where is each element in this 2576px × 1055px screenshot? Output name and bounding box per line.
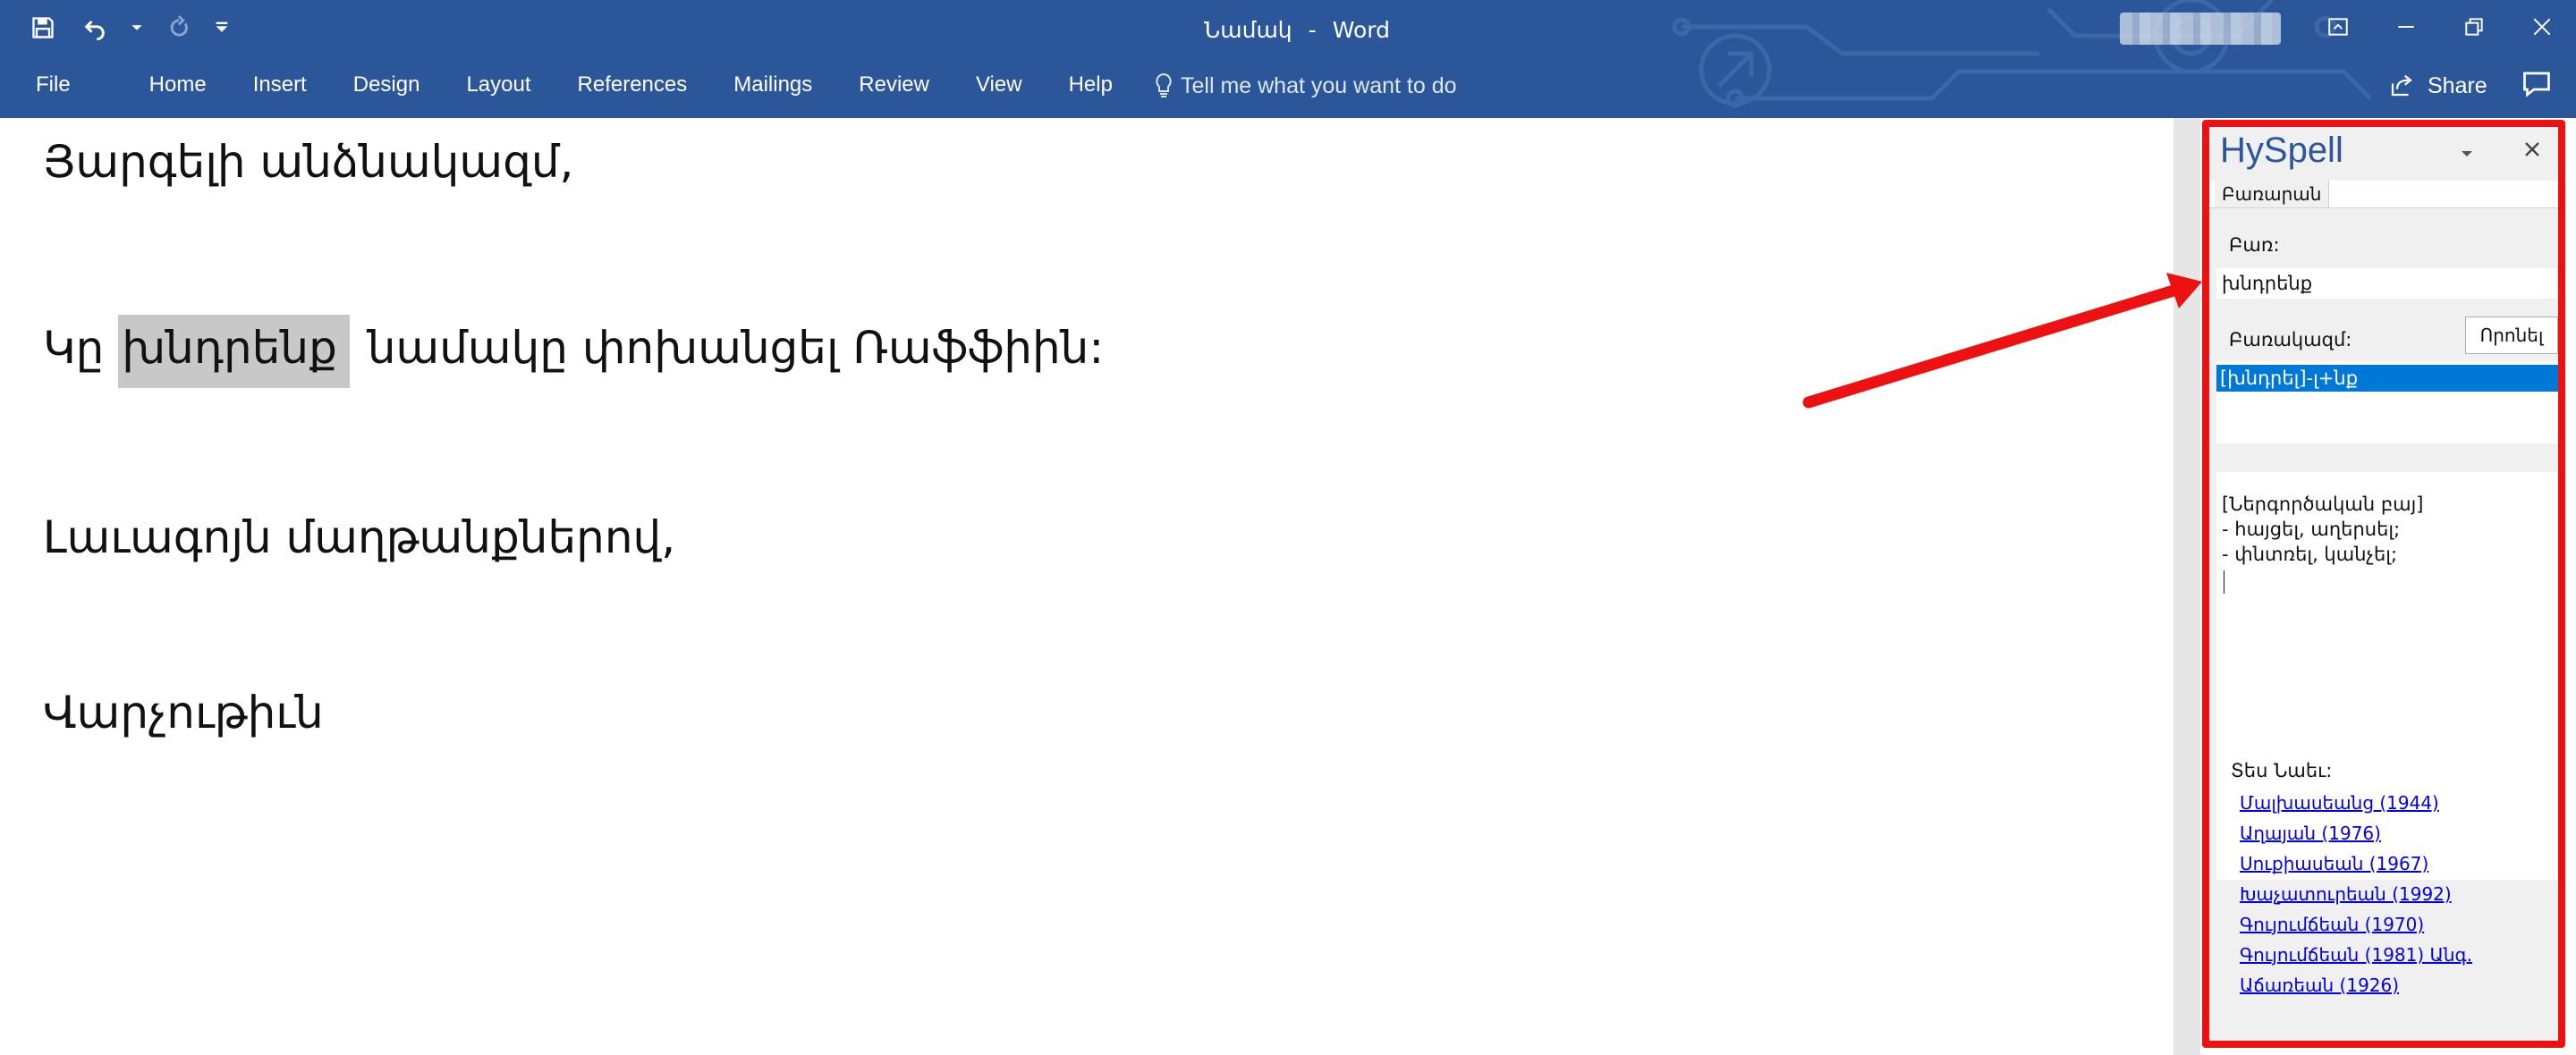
- reference-link[interactable]: Աճառեան (1926): [2240, 975, 2399, 996]
- document-canvas[interactable]: Յարգելի անձնակազմ, Կը խնդրենք նամակը փոխ…: [0, 118, 2174, 1055]
- user-account-name-blurred[interactable]: [2120, 13, 2281, 45]
- title-bar: Նամակ - Word File Home Insert Design Lay…: [0, 0, 2576, 118]
- definition-line: - փնտռել, կանչել;: [2222, 544, 2398, 565]
- pane-tab-strip: Բառարան: [2209, 181, 2558, 208]
- minimize-icon[interactable]: [2372, 0, 2440, 54]
- reference-link[interactable]: Գույումճեան (1970): [2240, 914, 2424, 935]
- tab-review[interactable]: Review: [859, 72, 929, 97]
- doc-salutation: Յարգելի անձնակազմ,: [43, 136, 574, 188]
- undo-dropdown-icon[interactable]: [131, 10, 143, 46]
- tab-view[interactable]: View: [976, 72, 1022, 97]
- tab-references[interactable]: References: [578, 72, 688, 97]
- tab-insert[interactable]: Insert: [253, 72, 307, 97]
- pane-options-icon[interactable]: [2458, 147, 2476, 161]
- definition-pos: [Ներգործական բայ]: [2222, 494, 2424, 515]
- title-separator: -: [1308, 16, 1317, 43]
- lexeme-list[interactable]: [խնդրել]-լ+նք: [2216, 361, 2558, 443]
- word-field[interactable]: խնդրենք: [2216, 268, 2556, 299]
- reference-link[interactable]: Մալխասեանց (1944): [2240, 792, 2439, 814]
- ribbon-display-options-icon[interactable]: [2304, 0, 2372, 54]
- tab-dictionary[interactable]: Բառարան: [2215, 181, 2330, 207]
- undo-icon[interactable]: [79, 10, 111, 46]
- save-icon[interactable]: [27, 10, 59, 46]
- tab-file[interactable]: File: [36, 72, 71, 97]
- doc-signature: Վարչութիւն: [43, 687, 324, 738]
- comments-icon[interactable]: [2521, 68, 2553, 100]
- ribbon-tabs: File Home Insert Design Layout Reference…: [0, 63, 1113, 107]
- doc-text-after: նամակը փոխանցել Ռաֆֆիին:: [352, 322, 1105, 374]
- reference-link[interactable]: Սուքիասեան (1967): [2240, 853, 2428, 874]
- selected-word[interactable]: խնդրենք: [118, 315, 350, 388]
- document-name: Նամակ: [1204, 16, 1292, 43]
- share-button[interactable]: Share: [2388, 64, 2487, 107]
- reference-link[interactable]: Աղայան (1976): [2240, 823, 2381, 844]
- word-label: Բառ:: [2229, 234, 2280, 256]
- close-icon[interactable]: [2508, 0, 2576, 54]
- doc-closing: Լաւագոյն մաղթանքներով,: [43, 511, 676, 563]
- lightbulb-icon: [1156, 72, 1172, 97]
- window-title: Նամակ - Word: [1199, 9, 1395, 50]
- see-also-label: Տես Նաեւ:: [2231, 760, 2333, 781]
- tell-me-label: Tell me what you want to do: [1181, 72, 1457, 98]
- doc-body-line: Կը խնդրենք նամակը փոխանցել Ռաֆֆիին:: [43, 315, 1105, 388]
- definition-box[interactable]: [Ներգործական բայ] - հայցել, աղերսել; - փ…: [2216, 472, 2558, 880]
- definition-line: - հայցել, աղերսել;: [2222, 519, 2401, 540]
- window-controls: [2304, 0, 2576, 54]
- annotation-arrow: [1802, 273, 2202, 409]
- lexeme-item[interactable]: [խնդրել]-լ+նք: [2216, 365, 2558, 392]
- pane-title: HySpell: [2220, 131, 2343, 170]
- reference-link[interactable]: Գույումճեան (1981) Անգ.: [2240, 944, 2472, 966]
- pane-close-icon[interactable]: [2522, 139, 2542, 159]
- app-name: Word: [1332, 16, 1390, 43]
- hyspell-pane: HySpell Բառարան Բառ: խնդրենք Բառակազմ: Ո…: [2209, 127, 2558, 1041]
- tell-me-search[interactable]: Tell me what you want to do: [1154, 64, 1457, 107]
- share-icon: [2391, 74, 2412, 97]
- quick-access-toolbar: [27, 7, 229, 48]
- tab-home[interactable]: Home: [149, 72, 207, 97]
- tab-design[interactable]: Design: [353, 72, 420, 97]
- doc-text-before: Կը: [43, 322, 119, 374]
- lexeme-label: Բառակազմ:: [2229, 329, 2352, 350]
- share-label: Share: [2428, 72, 2487, 98]
- tab-mailings[interactable]: Mailings: [733, 72, 812, 97]
- customize-toolbar-icon[interactable]: [215, 10, 229, 46]
- search-button[interactable]: Որոնել: [2465, 316, 2558, 354]
- tab-help[interactable]: Help: [1069, 72, 1113, 97]
- reference-link[interactable]: Խաչատուրեան (1992): [2240, 883, 2452, 905]
- pane-splitter[interactable]: [2174, 118, 2200, 1055]
- restore-icon[interactable]: [2440, 0, 2508, 54]
- redo-icon: [163, 10, 195, 46]
- tab-layout[interactable]: Layout: [466, 72, 530, 97]
